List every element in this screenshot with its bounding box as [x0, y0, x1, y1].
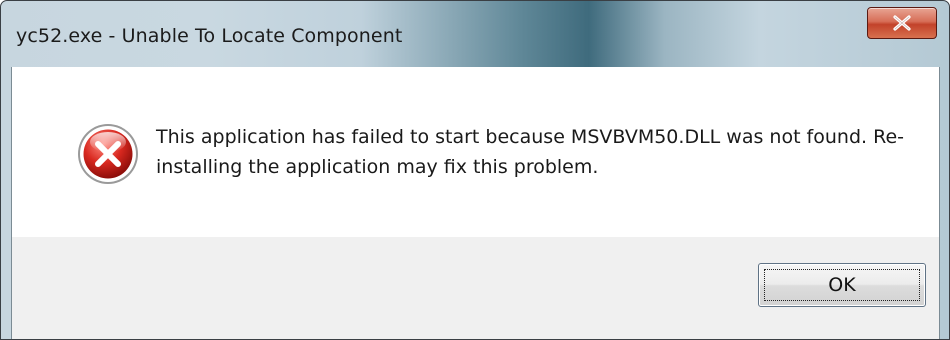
title-bar[interactable]: yc52.exe - Unable To Locate Component — [1, 1, 949, 67]
dialog-window: yc52.exe - Unable To Locate Component Th… — [0, 0, 950, 340]
ok-button-label: OK — [828, 274, 856, 296]
dialog-client-area: This application has failed to start bec… — [11, 67, 940, 339]
close-button[interactable] — [867, 7, 937, 39]
button-area: OK — [12, 237, 939, 339]
window-title: yc52.exe - Unable To Locate Component — [16, 25, 403, 47]
message-area: This application has failed to start bec… — [12, 67, 939, 237]
error-icon — [78, 124, 138, 184]
close-icon — [893, 15, 911, 31]
error-message: This application has failed to start bec… — [156, 126, 904, 178]
ok-button[interactable]: OK — [758, 263, 926, 307]
